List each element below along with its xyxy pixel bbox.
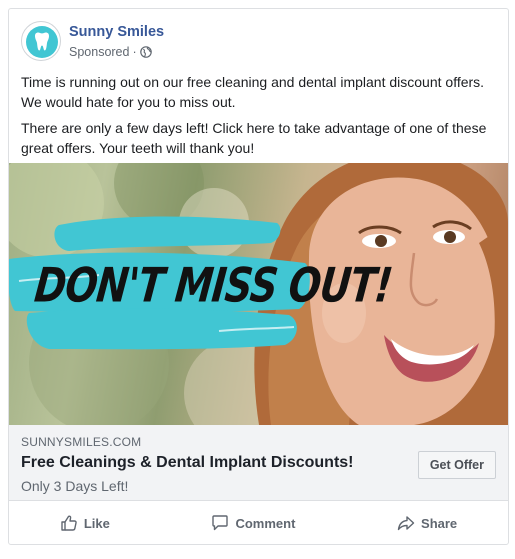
post-meta: Sponsored · bbox=[69, 45, 152, 59]
post-header: Sunny Smiles Sponsored · bbox=[21, 21, 491, 65]
link-domain[interactable]: SUNNYSMILES.COM bbox=[21, 435, 141, 449]
post-body: Time is running out on our free cleaning… bbox=[21, 72, 499, 164]
like-button[interactable]: Like bbox=[48, 508, 122, 538]
thumbs-up-icon bbox=[61, 515, 77, 531]
page-avatar[interactable] bbox=[21, 21, 61, 61]
tooth-icon bbox=[26, 26, 58, 58]
like-label: Like bbox=[83, 515, 110, 531]
comment-button[interactable]: Comment bbox=[199, 508, 307, 538]
comment-icon bbox=[212, 515, 229, 531]
post-action-bar: Like Comment Share bbox=[9, 501, 508, 544]
globe-icon[interactable] bbox=[139, 46, 152, 58]
hero-overlay-text: DON'T MISS OUT! bbox=[32, 257, 395, 313]
share-button[interactable]: Share bbox=[385, 508, 469, 538]
share-arrow-icon bbox=[397, 516, 415, 531]
share-label: Share bbox=[421, 515, 458, 531]
link-preview[interactable]: SUNNYSMILES.COM Free Cleanings & Dental … bbox=[9, 425, 508, 501]
page-name-link[interactable]: Sunny Smiles bbox=[69, 24, 164, 40]
link-description[interactable]: Only 3 Days Left! bbox=[21, 478, 128, 494]
sponsored-post-card: Sunny Smiles Sponsored · Time is running… bbox=[8, 8, 509, 545]
link-headline[interactable]: Free Cleanings & Dental Implant Discount… bbox=[21, 454, 354, 472]
ad-image[interactable]: DON'T MISS OUT! bbox=[9, 163, 508, 425]
get-offer-button[interactable]: Get Offer bbox=[417, 451, 496, 479]
post-paragraph: Time is running out on our free cleaning… bbox=[21, 74, 485, 110]
post-paragraph: There are only a few days left! Click he… bbox=[21, 120, 487, 156]
sponsored-label[interactable]: Sponsored bbox=[69, 45, 129, 59]
comment-label: Comment bbox=[235, 515, 296, 531]
meta-separator: · bbox=[132, 45, 137, 59]
